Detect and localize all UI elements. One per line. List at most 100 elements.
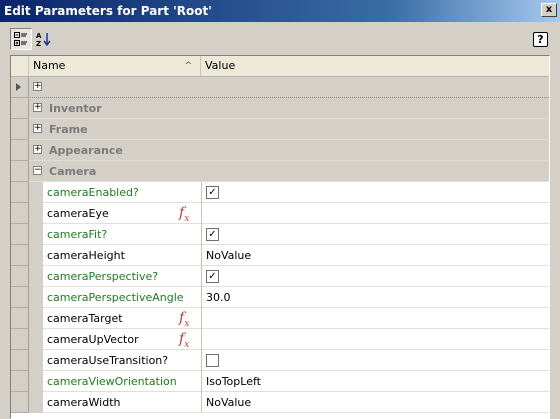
indent-gutter [29,266,43,287]
value-checkbox[interactable]: ✓ [206,186,219,199]
row-header[interactable] [11,308,29,329]
row-header[interactable] [11,329,29,350]
value-checkbox[interactable]: ✓ [206,270,219,283]
row-header[interactable] [11,392,29,413]
row-header[interactable] [11,98,29,119]
property-value[interactable] [201,350,549,371]
indent-gutter [29,329,43,350]
property-row-cameraperspectiveangle[interactable]: cameraPerspectiveAngle 30.0 [11,287,549,308]
help-button[interactable]: ? [533,32,548,47]
property-row-cameraenabled[interactable]: cameraEnabled? ✓ [11,182,549,203]
property-row-cameraupvector[interactable]: cameraUpVector fx [11,329,549,350]
property-value[interactable]: ✓ [201,182,549,203]
row-header[interactable] [11,224,29,245]
property-name: cameraWidth [47,396,121,409]
help-icon: ? [537,33,544,46]
grid-header: Name ^ Value [11,56,549,77]
current-row-pointer-icon [16,83,21,91]
row-header[interactable] [11,140,29,161]
row-header[interactable] [11,266,29,287]
property-grid: Name ^ Value + + Inventor + Frame + Appearance… [10,55,550,419]
row-header[interactable] [11,77,29,98]
indent-gutter [29,392,43,413]
property-row-camerafit[interactable]: cameraFit? ✓ [11,224,549,245]
categorized-view-button[interactable] [10,28,32,50]
category-label: Inventor [49,102,102,115]
value-column-header[interactable]: Value [201,56,549,76]
close-button[interactable]: x [541,3,557,17]
title-bar: Edit Parameters for Part 'Root' x [0,0,560,22]
property-name: cameraViewOrientation [47,375,177,388]
property-value[interactable] [201,329,549,350]
category-label: Appearance [49,144,123,157]
indent-gutter [29,287,43,308]
indent-gutter [29,182,43,203]
formula-icon[interactable]: fx [179,205,189,224]
property-name: cameraHeight [47,249,125,262]
property-value[interactable]: ✓ [201,266,549,287]
close-icon: x [545,4,553,15]
category-row-frame[interactable]: + Frame [11,119,549,140]
svg-text:Z: Z [36,40,41,47]
alphabetical-sort-icon: A Z [36,32,51,47]
value-checkbox[interactable]: ✓ [206,228,219,241]
svg-text:A: A [36,32,42,40]
row-header[interactable] [11,161,29,182]
value-checkbox[interactable] [206,354,219,367]
expand-icon[interactable]: + [33,82,42,91]
category-row-empty[interactable]: + [11,77,549,98]
expand-icon[interactable]: + [33,124,42,133]
expand-icon[interactable]: + [33,145,42,154]
category-label: Camera [49,165,97,178]
toolbar: A Z ? [0,22,560,54]
indent-gutter [29,224,43,245]
property-value[interactable]: 30.0 [201,287,549,308]
property-name: cameraEye [47,207,109,220]
collapse-icon[interactable]: − [33,166,42,175]
property-row-cameratarget[interactable]: cameraTarget fx [11,308,549,329]
value-text: NoValue [206,396,252,409]
row-header[interactable] [11,182,29,203]
category-row-camera[interactable]: − Camera [11,161,549,182]
property-value[interactable]: NoValue [201,392,549,413]
property-name: cameraPerspective? [47,270,159,283]
name-header-label: Name [33,59,66,72]
property-name: cameraTarget [47,312,123,325]
value-text: 30.0 [206,291,231,304]
grid-rows: + + Inventor + Frame + Appearance − Camera camera… [11,77,549,413]
property-row-camerawidth[interactable]: cameraWidth NoValue [11,392,549,413]
indent-gutter [29,245,43,266]
header-corner [11,56,29,76]
category-row-appearance[interactable]: + Appearance [11,140,549,161]
property-row-cameraperspective[interactable]: cameraPerspective? ✓ [11,266,549,287]
property-value[interactable] [201,203,549,224]
name-column-header[interactable]: Name ^ [29,56,201,76]
row-header[interactable] [11,119,29,140]
row-header[interactable] [11,203,29,224]
formula-icon[interactable]: fx [179,331,189,350]
formula-icon[interactable]: fx [179,310,189,329]
property-value[interactable]: NoValue [201,245,549,266]
property-row-cameraheight[interactable]: cameraHeight NoValue [11,245,549,266]
property-value[interactable] [201,308,549,329]
row-header[interactable] [11,287,29,308]
value-text: IsoTopLeft [206,375,261,388]
category-label: Frame [49,123,88,136]
indent-gutter [29,371,43,392]
sort-up-icon: ^ [184,61,192,71]
property-name: cameraEnabled? [47,186,139,199]
row-header[interactable] [11,245,29,266]
property-row-cameravieworientation[interactable]: cameraViewOrientation IsoTopLeft [11,371,549,392]
expand-icon[interactable]: + [33,103,42,112]
property-value[interactable]: IsoTopLeft [201,371,549,392]
property-row-camerausetransition[interactable]: cameraUseTransition? [11,350,549,371]
property-row-cameraeye[interactable]: cameraEye fx [11,203,549,224]
property-name: cameraFit? [47,228,108,241]
row-header[interactable] [11,371,29,392]
row-header[interactable] [11,350,29,371]
alphabetical-sort-button[interactable]: A Z [33,28,55,50]
property-name: cameraUseTransition? [47,354,169,367]
value-header-label: Value [205,59,236,72]
category-row-inventor[interactable]: + Inventor [11,98,549,119]
property-value[interactable]: ✓ [201,224,549,245]
